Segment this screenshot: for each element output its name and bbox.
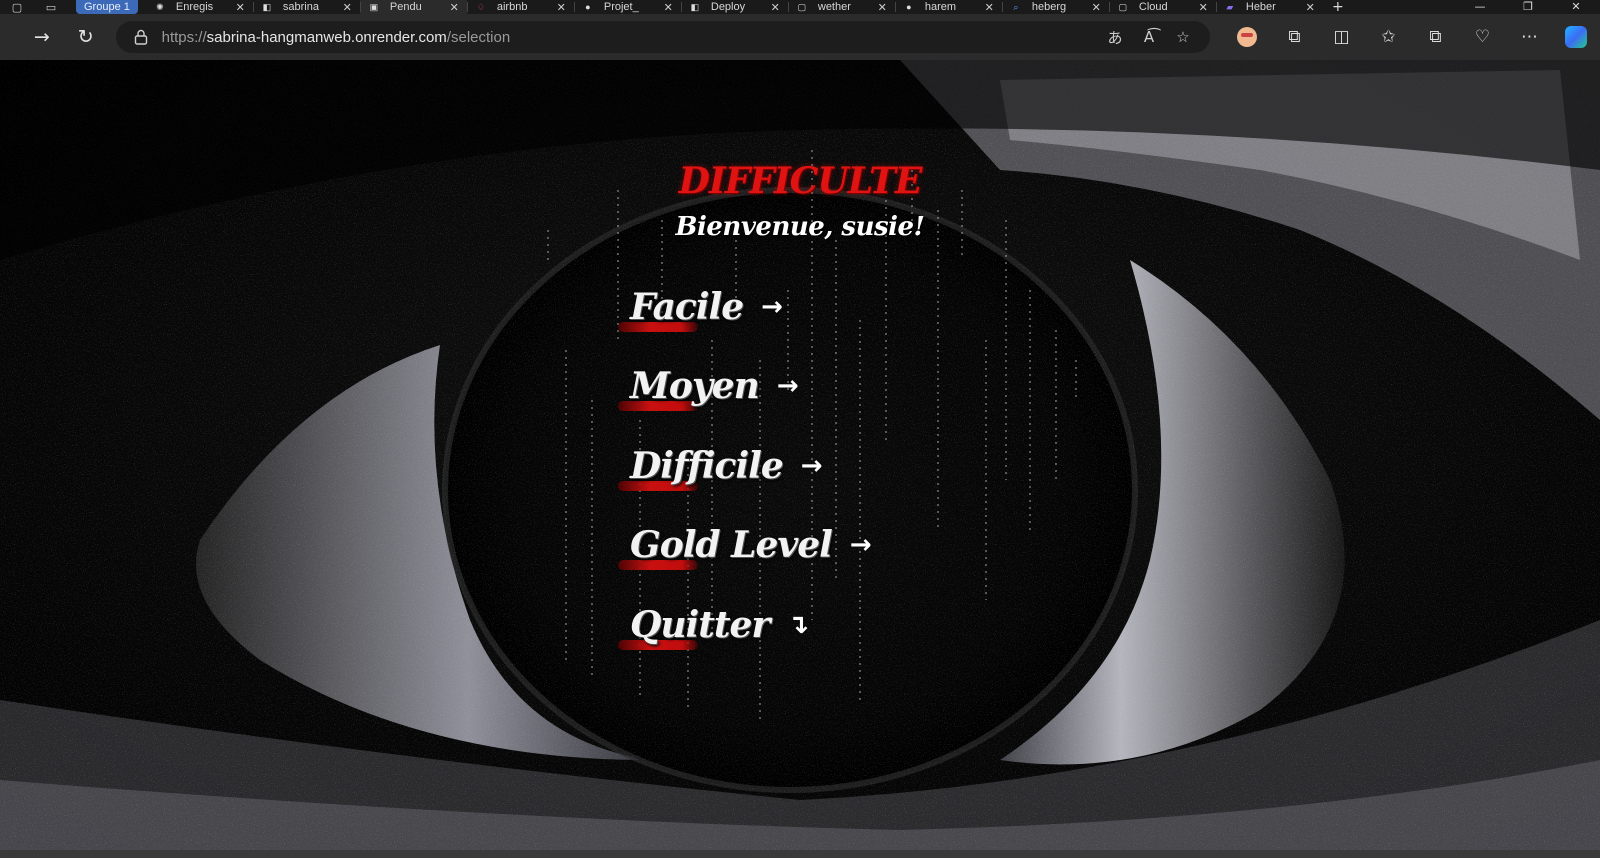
new-tab-button[interactable]: + bbox=[1323, 0, 1353, 14]
close-icon[interactable]: ✕ bbox=[664, 1, 673, 14]
tab-group-label[interactable]: Groupe 1 bbox=[76, 0, 138, 14]
tab-harem[interactable]: ● harem ✕ bbox=[894, 0, 1002, 14]
url-prefix: https:// bbox=[161, 28, 207, 46]
heroku-icon: ▰ bbox=[1226, 1, 1234, 12]
tab-projet[interactable]: ● Projet_ ✕ bbox=[573, 0, 681, 14]
page-title: DIFFICULTE bbox=[678, 160, 923, 202]
browser-window: ▢ ▭ Groupe 1 ✺ Enregis ✕ ◧ sabrina ✕ ▣ P… bbox=[0, 0, 1600, 858]
option-label: Facile bbox=[630, 286, 744, 328]
lock-icon[interactable] bbox=[134, 29, 148, 45]
tab-strip: ▢ ▭ Groupe 1 ✺ Enregis ✕ ◧ sabrina ✕ ▣ P… bbox=[0, 0, 1600, 14]
toolbar-icons: ⧉ ◫ ✩ ⧉ ♡ ⋯ bbox=[1224, 14, 1600, 60]
page-viewport: DIFFICULTE Bienvenue, susie! Facile → Mo… bbox=[0, 60, 1600, 850]
arrow-right-icon: → bbox=[800, 451, 823, 481]
exit-arrow-icon: ↴ bbox=[787, 610, 810, 640]
close-icon[interactable]: ✕ bbox=[236, 1, 245, 14]
option-difficile[interactable]: Difficile → bbox=[618, 441, 823, 491]
split-screen-icon[interactable]: ◫ bbox=[1318, 14, 1365, 60]
tab-title: harem bbox=[924, 1, 957, 13]
tab-title: Pendu bbox=[389, 1, 422, 13]
render-icon: ◧ bbox=[690, 1, 700, 12]
welcome-message: Bienvenue, susie! bbox=[675, 212, 925, 242]
browser-essentials-icon[interactable]: ♡ bbox=[1459, 14, 1506, 60]
profile-extension-icon[interactable] bbox=[1224, 14, 1271, 60]
close-icon[interactable]: ✕ bbox=[771, 1, 780, 14]
back-button[interactable] bbox=[0, 14, 20, 60]
option-moyen[interactable]: Moyen → bbox=[618, 361, 799, 411]
close-icon[interactable]: ✕ bbox=[557, 1, 566, 14]
tab-actions-icon[interactable]: ▭ bbox=[34, 0, 68, 14]
read-aloud-icon[interactable]: A͡ bbox=[1132, 28, 1166, 46]
render-icon: ◧ bbox=[262, 1, 272, 12]
close-icon[interactable]: ✕ bbox=[985, 1, 994, 14]
openai-icon: ✺ bbox=[156, 1, 164, 12]
tab-airbnb[interactable]: ♢ airbnb ✕ bbox=[466, 0, 574, 14]
tab-deploy[interactable]: ◧ Deploy ✕ bbox=[680, 0, 788, 14]
tab-title: sabrina bbox=[282, 1, 319, 13]
url-text[interactable]: https://sabrina-hangmanweb.onrender.com/… bbox=[162, 29, 1098, 46]
github-icon: ● bbox=[906, 2, 912, 12]
arrow-right-icon: → bbox=[849, 530, 872, 560]
extensions-icon[interactable]: ⧉ bbox=[1271, 14, 1318, 60]
tab-title: Deploy bbox=[710, 1, 746, 13]
tab-sabrina[interactable]: ◧ sabrina ✕ bbox=[252, 0, 360, 14]
copilot-icon[interactable] bbox=[1553, 14, 1600, 60]
tab-title: wether bbox=[817, 1, 851, 13]
option-facile[interactable]: Facile → bbox=[618, 282, 783, 332]
close-icon[interactable]: ✕ bbox=[450, 1, 459, 14]
close-icon[interactable]: ✕ bbox=[1092, 1, 1101, 14]
search-icon: ⌕ bbox=[1013, 1, 1019, 12]
option-label: Moyen bbox=[630, 365, 760, 407]
tab-cloud[interactable]: ▢ Cloud ✕ bbox=[1108, 0, 1216, 14]
tab-wether[interactable]: ▢ wether ✕ bbox=[787, 0, 895, 14]
option-label: Difficile bbox=[630, 445, 784, 487]
tab-heber[interactable]: ▰ Heber ✕ bbox=[1215, 0, 1323, 14]
airbnb-icon: ♢ bbox=[476, 1, 485, 12]
close-icon[interactable]: ✕ bbox=[1306, 1, 1315, 14]
github-icon: ● bbox=[585, 2, 591, 12]
window-controls: — ❐ ✕ bbox=[1456, 0, 1600, 14]
tab-title: heberg bbox=[1031, 1, 1067, 13]
option-quitter[interactable]: Quitter ↴ bbox=[618, 600, 810, 650]
more-menu-icon[interactable]: ⋯ bbox=[1506, 14, 1553, 60]
tab-title: airbnb bbox=[496, 1, 528, 13]
option-label: Gold Level bbox=[630, 524, 833, 566]
option-label: Quitter bbox=[630, 604, 770, 646]
close-icon[interactable]: ✕ bbox=[343, 1, 352, 14]
close-window-icon[interactable]: ✕ bbox=[1552, 0, 1600, 14]
favorite-star-icon[interactable]: ☆ bbox=[1166, 28, 1200, 46]
window-bottom-border bbox=[0, 850, 1600, 858]
page-icon: ▢ bbox=[1118, 1, 1128, 12]
tab-enregis[interactable]: ✺ Enregis ✕ bbox=[146, 0, 253, 14]
minimize-icon[interactable]: — bbox=[1456, 0, 1504, 14]
page-icon: ▣ bbox=[369, 1, 379, 12]
forward-button[interactable]: → bbox=[20, 14, 64, 60]
address-bar[interactable]: https://sabrina-hangmanweb.onrender.com/… bbox=[115, 21, 1210, 53]
difficulty-menu: DIFFICULTE Bienvenue, susie! Facile → Mo… bbox=[0, 60, 1600, 850]
browser-toolbar: → ↻ https://sabrina-hangmanweb.onrender.… bbox=[0, 14, 1600, 60]
translate-icon[interactable]: あ bbox=[1098, 27, 1132, 48]
arrow-right-icon: → bbox=[761, 292, 783, 322]
tab-pendu[interactable]: ▣ Pendu ✕ bbox=[359, 0, 467, 14]
tab-heberg[interactable]: ⌕ heberg ✕ bbox=[1001, 0, 1109, 14]
option-gold-level[interactable]: Gold Level → bbox=[618, 520, 872, 570]
page-icon: ▢ bbox=[797, 1, 807, 12]
refresh-button[interactable]: ↻ bbox=[64, 14, 108, 60]
tab-title: Projet_ bbox=[603, 1, 639, 13]
tab-title: Heber bbox=[1245, 1, 1276, 13]
close-icon[interactable]: ✕ bbox=[1199, 1, 1208, 14]
close-icon[interactable]: ✕ bbox=[878, 1, 887, 14]
tab-title: Cloud bbox=[1138, 1, 1168, 13]
url-host: sabrina-hangmanweb.onrender.com bbox=[206, 28, 447, 46]
workspaces-icon[interactable]: ▢ bbox=[0, 0, 34, 14]
collections-icon[interactable]: ⧉ bbox=[1412, 14, 1459, 60]
arrow-right-icon: → bbox=[776, 371, 799, 401]
restore-icon[interactable]: ❐ bbox=[1504, 0, 1552, 14]
tab-title: Enregis bbox=[175, 1, 214, 13]
favorites-icon[interactable]: ✩ bbox=[1365, 14, 1412, 60]
url-path: /selection bbox=[446, 28, 511, 46]
